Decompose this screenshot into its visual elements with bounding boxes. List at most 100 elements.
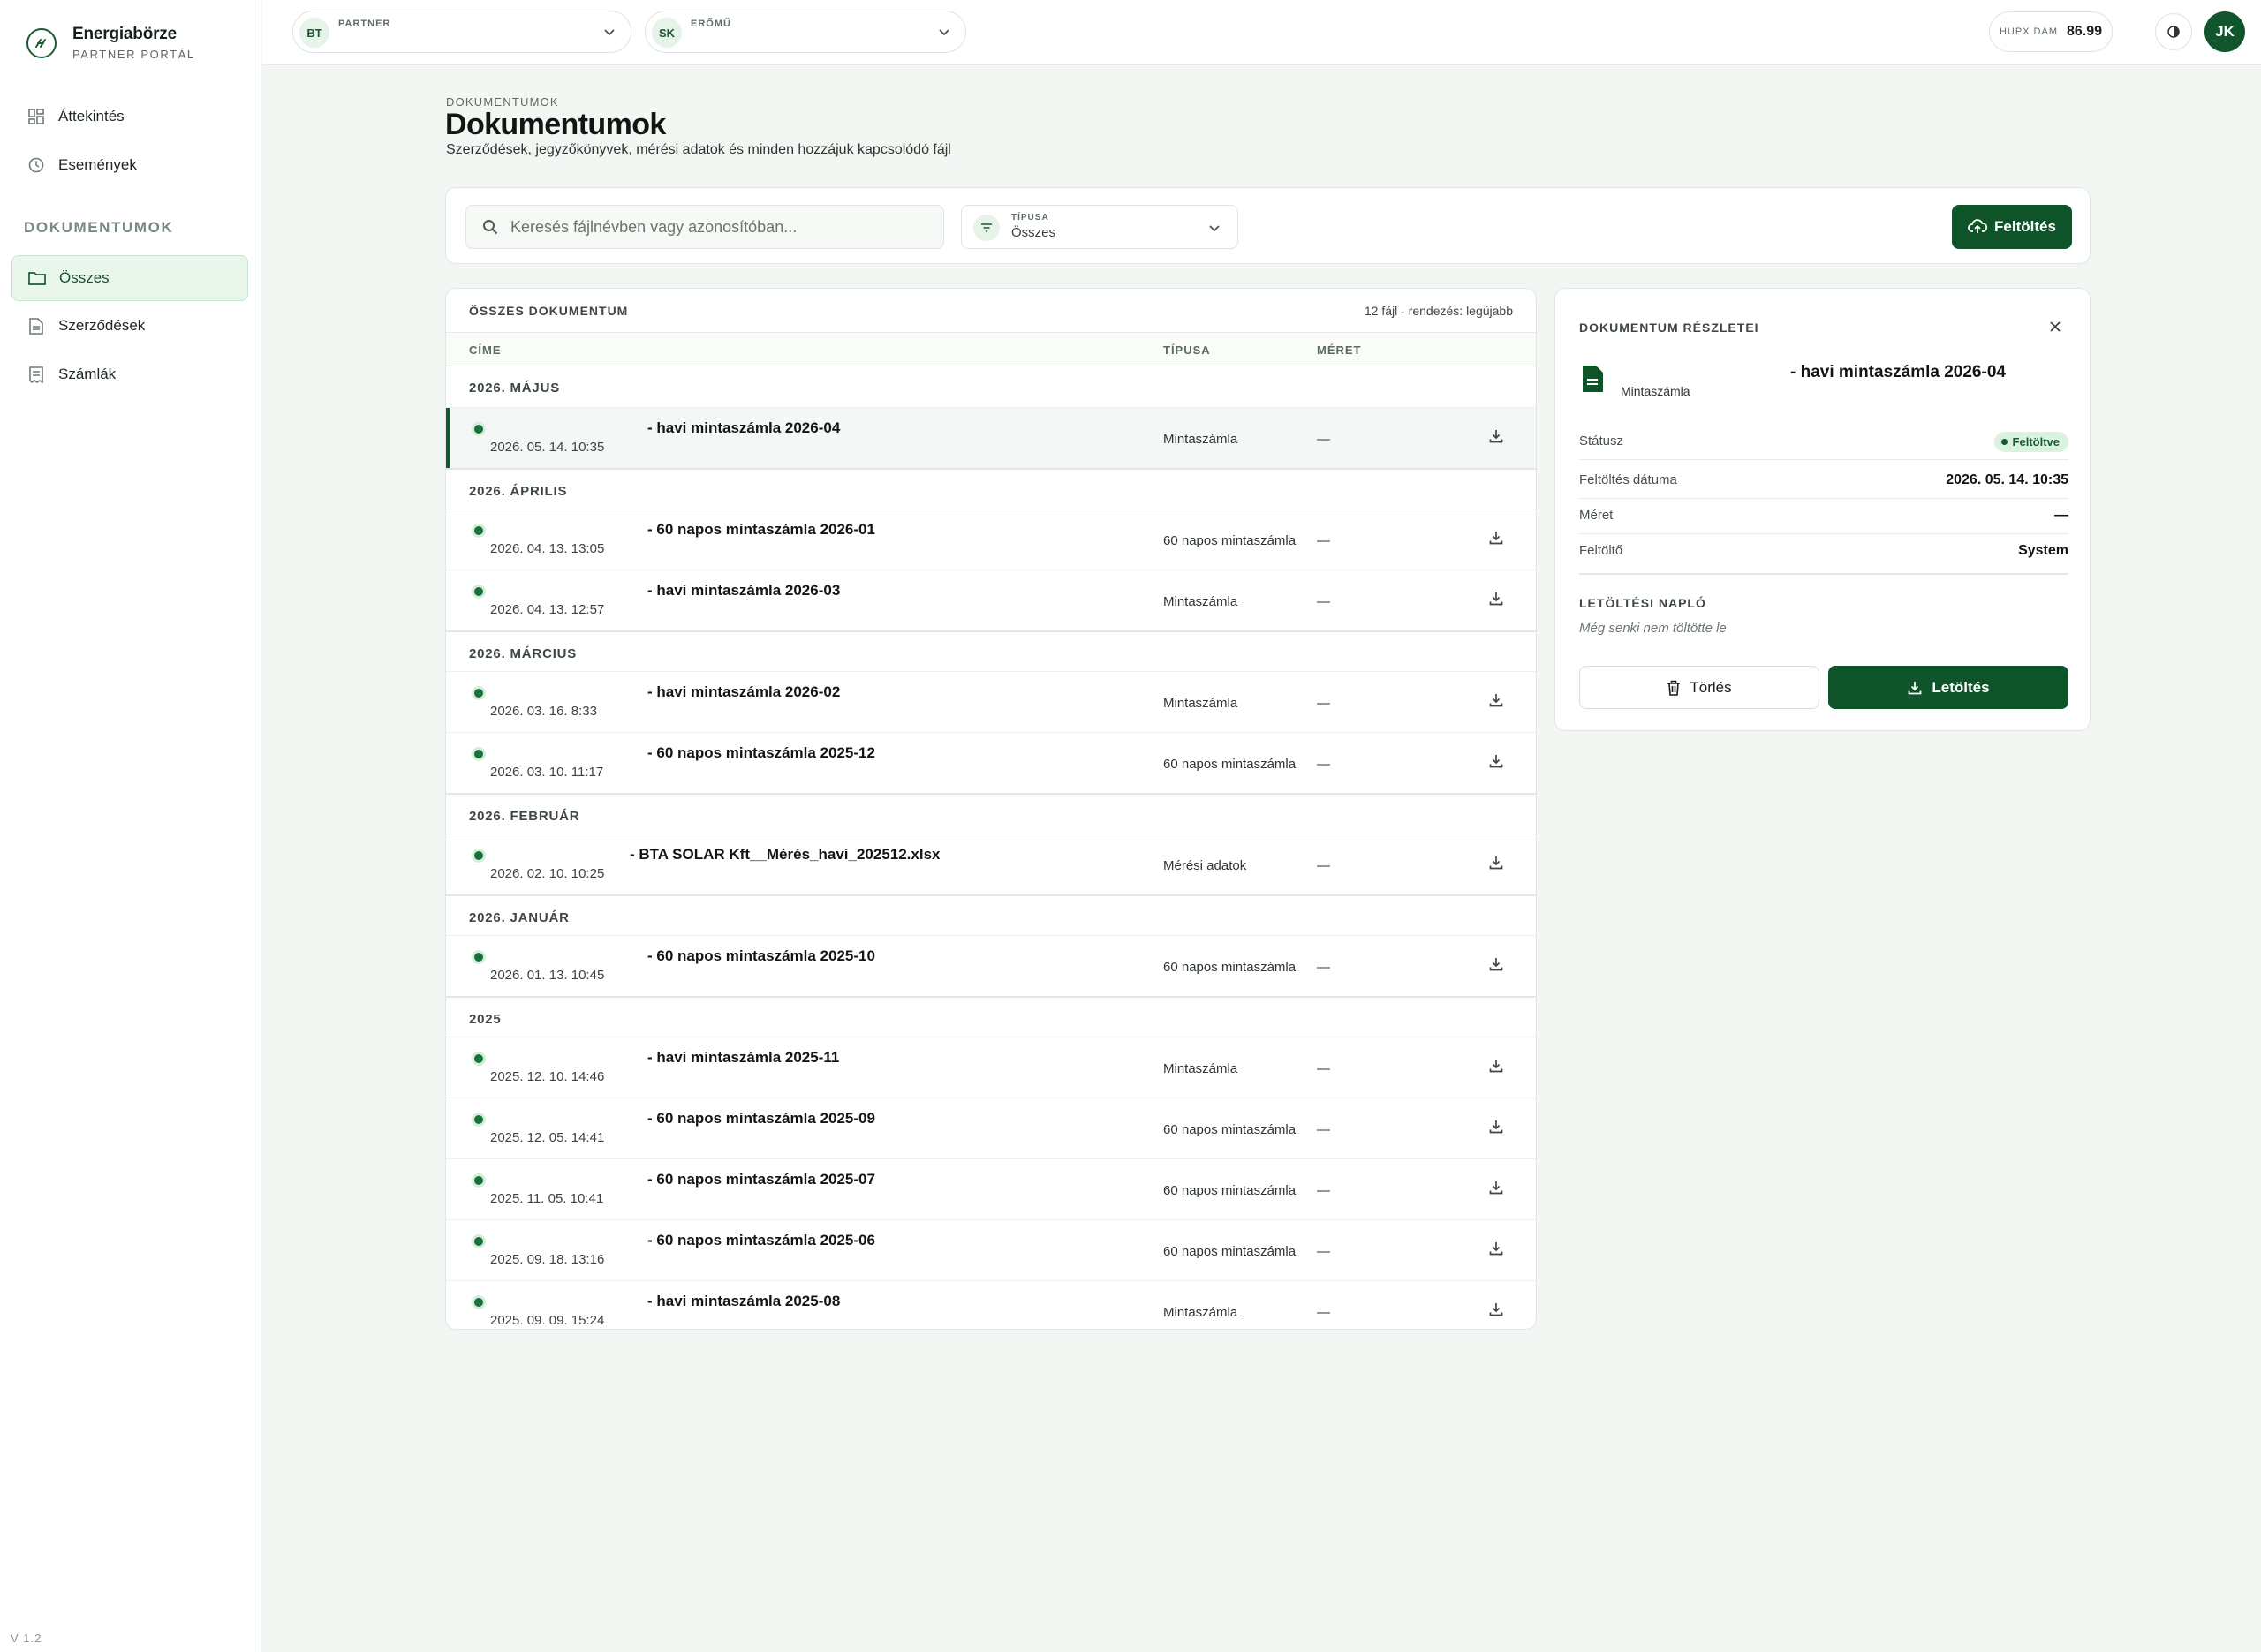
user-avatar[interactable]: JK: [2204, 11, 2245, 52]
table-row[interactable]: - havi mintaszámla 2025-08 2025. 09. 09.…: [446, 1280, 1536, 1329]
table-row[interactable]: - 60 napos mintaszámla 2025-07 2025. 11.…: [446, 1158, 1536, 1219]
download-icon[interactable]: [1488, 1180, 1504, 1196]
search-input[interactable]: [510, 217, 917, 237]
contrast-icon: [2167, 26, 2180, 38]
type-filter-label: TÍPUSA: [1011, 213, 1049, 223]
table-row[interactable]: - BTA SOLAR Kft__Mérés_havi_202512.xlsx …: [446, 834, 1536, 894]
details-type: Mintaszámla: [1621, 384, 1690, 398]
breadcrumb: DOKUMENTUMOK: [446, 95, 559, 109]
doc-type: 60 napos mintaszámla: [1163, 1183, 1297, 1198]
sidebar-item-label: Események: [58, 156, 137, 173]
upload-button-label: Feltöltés: [1994, 218, 2056, 235]
upload-date-label: Feltöltés dátuma: [1579, 472, 1677, 487]
doc-date: 2026. 04. 13. 13:05: [490, 541, 605, 556]
table-row[interactable]: - havi mintaszámla 2026-03 2026. 04. 13.…: [446, 570, 1536, 630]
doc-size: —: [1317, 757, 1330, 772]
details-size-row: Méret —: [1579, 499, 2068, 534]
group-header: 2026. MÁRCIUS: [446, 630, 1536, 671]
download-icon[interactable]: [1488, 956, 1504, 972]
partner-avatar: BT: [299, 18, 329, 48]
doc-type: 60 napos mintaszámla: [1163, 1244, 1297, 1259]
sidebar-item-all[interactable]: Összes: [11, 255, 248, 301]
doc-size: —: [1317, 858, 1330, 873]
download-button-label: Letöltés: [1932, 678, 1990, 696]
size-value: —: [2054, 508, 2068, 523]
plant-selector[interactable]: SK ERŐMŰ: [645, 11, 966, 53]
doc-date: 2025. 12. 05. 14:41: [490, 1130, 605, 1145]
folder-icon: [27, 268, 47, 288]
table-row[interactable]: - 60 napos mintaszámla 2025-06 2025. 09.…: [446, 1219, 1536, 1280]
group-label: 2026. FEBRUÁR: [469, 809, 580, 824]
table-row[interactable]: - havi mintaszámla 2025-11 2025. 12. 10.…: [446, 1037, 1536, 1098]
table-row[interactable]: - havi mintaszámla 2026-02 2026. 03. 16.…: [446, 671, 1536, 732]
status-dot: [474, 1176, 483, 1185]
partner-selector[interactable]: BT PARTNER: [292, 11, 631, 53]
doc-title: - 60 napos mintaszámla 2025-06: [647, 1232, 875, 1248]
doc-date: 2026. 05. 14. 10:35: [490, 440, 605, 455]
brand-subtitle: PARTNER PORTÁL: [72, 48, 195, 61]
download-icon[interactable]: [1488, 692, 1504, 708]
table-row[interactable]: - 60 napos mintaszámla 2026-01 2026. 04.…: [446, 509, 1536, 570]
doc-date: 2025. 12. 10. 14:46: [490, 1069, 605, 1084]
column-size[interactable]: MÉRET: [1317, 343, 1362, 357]
group-label: 2025: [469, 1012, 502, 1027]
uploader-label: Feltöltő: [1579, 543, 1623, 558]
column-headers: CÍME TÍPUSA MÉRET: [446, 333, 1536, 366]
upload-button[interactable]: Feltöltés: [1952, 205, 2072, 249]
cloud-upload-icon: [1968, 219, 1988, 235]
details-status-row: Státusz Feltöltve: [1579, 425, 2068, 460]
sidebar-item-overview[interactable]: Áttekintés: [11, 94, 248, 140]
price-value: 86.99: [2067, 24, 2103, 39]
download-icon[interactable]: [1488, 428, 1504, 444]
download-icon[interactable]: [1488, 1301, 1504, 1317]
doc-title: - havi mintaszámla 2025-08: [647, 1293, 841, 1309]
download-button[interactable]: Letöltés: [1828, 666, 2068, 709]
doc-title: - havi mintaszámla 2026-04: [647, 419, 841, 436]
delete-button[interactable]: Törlés: [1579, 666, 1819, 709]
price-label: HUPX DAM: [1999, 26, 2058, 37]
sidebar-item-label: Összes: [59, 269, 110, 286]
status-dot: [474, 587, 483, 596]
download-log-heading: LETÖLTÉSI NAPLÓ: [1579, 596, 1706, 610]
doc-type: Mintaszámla: [1163, 696, 1238, 711]
partner-label: PARTNER: [338, 19, 391, 29]
column-type[interactable]: TÍPUSA: [1163, 343, 1211, 357]
type-filter-dropdown[interactable]: TÍPUSA Összes: [961, 205, 1238, 249]
group-header: 2026. MÁJUS: [446, 366, 1536, 407]
download-icon[interactable]: [1488, 1119, 1504, 1135]
doc-size: —: [1317, 1305, 1330, 1320]
doc-title: - 60 napos mintaszámla 2025-07: [647, 1171, 875, 1188]
dashboard-icon: [26, 107, 46, 126]
table-row[interactable]: - 60 napos mintaszámla 2025-09 2025. 12.…: [446, 1098, 1536, 1158]
doc-type: Mérési adatok: [1163, 858, 1247, 873]
doc-date: 2025. 09. 09. 15:24: [490, 1313, 605, 1328]
brand[interactable]: Energiabörze PARTNER PORTÁL: [26, 25, 195, 61]
download-icon[interactable]: [1488, 1241, 1504, 1256]
sidebar-item-events[interactable]: Események: [11, 142, 248, 188]
sidebar-item-contracts[interactable]: Szerződések: [11, 303, 248, 349]
download-icon: [1907, 680, 1923, 696]
download-icon[interactable]: [1488, 591, 1504, 607]
details-upload-date-row: Feltöltés dátuma 2026. 05. 14. 10:35: [1579, 464, 2068, 499]
details-title: - havi mintaszámla 2026-04: [1790, 363, 2006, 381]
download-icon[interactable]: [1488, 1058, 1504, 1074]
table-row[interactable]: - havi mintaszámla 2026-04 2026. 05. 14.…: [446, 407, 1536, 468]
close-icon[interactable]: [2047, 319, 2063, 335]
sidebar-item-invoices[interactable]: Számlák: [11, 351, 248, 397]
table-row[interactable]: - 60 napos mintaszámla 2025-10 2026. 01.…: [446, 935, 1536, 996]
download-icon[interactable]: [1488, 753, 1504, 769]
table-row[interactable]: - 60 napos mintaszámla 2025-12 2026. 03.…: [446, 732, 1536, 793]
download-log-empty: Még senki nem töltötte le: [1579, 621, 1727, 636]
download-icon[interactable]: [1488, 855, 1504, 871]
doc-type: 60 napos mintaszámla: [1163, 960, 1297, 975]
sidebar: Energiabörze PARTNER PORTÁL Áttekintés E…: [0, 0, 261, 1652]
doc-size: —: [1317, 533, 1330, 548]
sidebar-item-label: Szerződések: [58, 317, 146, 334]
column-title[interactable]: CÍME: [469, 343, 502, 357]
theme-toggle-button[interactable]: [2155, 13, 2192, 50]
status-dot: [474, 1237, 483, 1246]
receipt-icon: [26, 365, 46, 384]
details-uploader-row: Feltöltő System: [1579, 534, 2068, 575]
energy-logo-icon: [26, 27, 57, 58]
download-icon[interactable]: [1488, 530, 1504, 546]
